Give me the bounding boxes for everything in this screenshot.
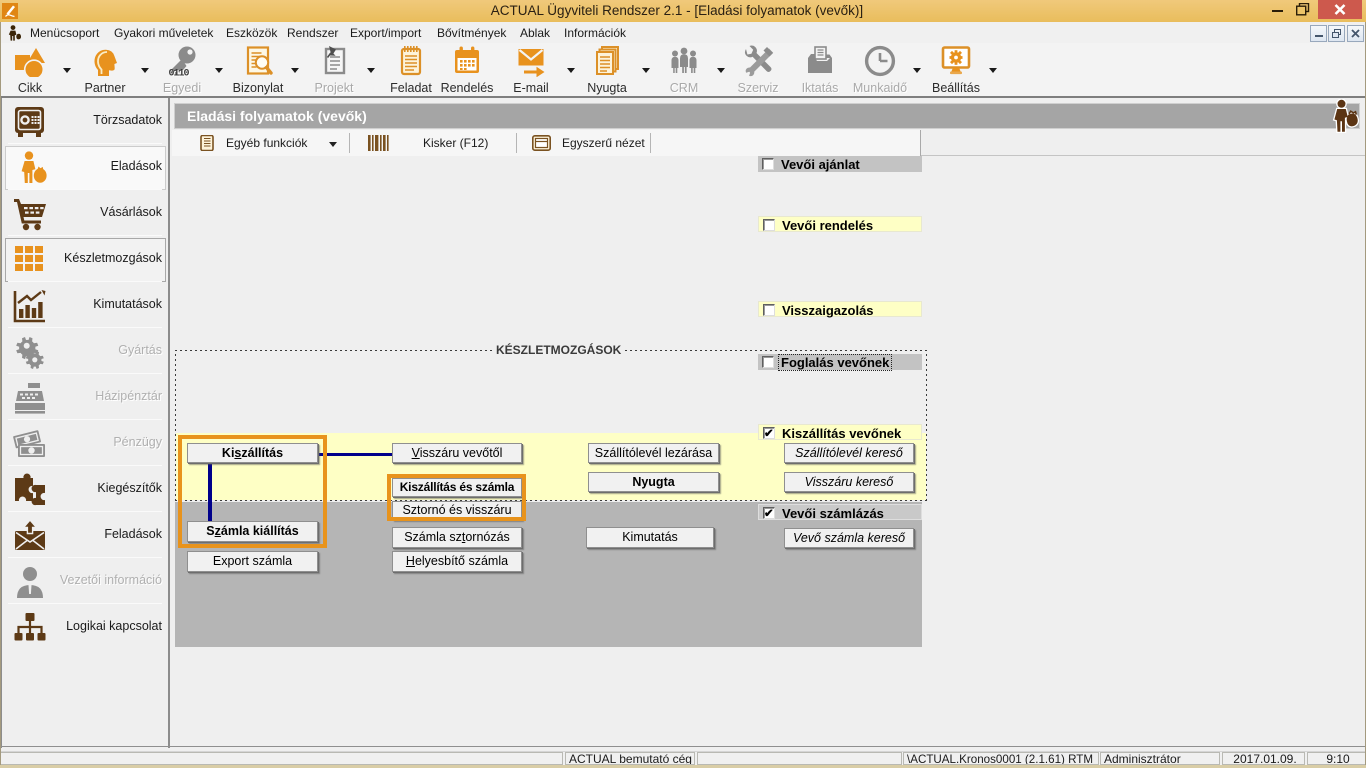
svg-text:0110: 0110 — [169, 69, 190, 78]
